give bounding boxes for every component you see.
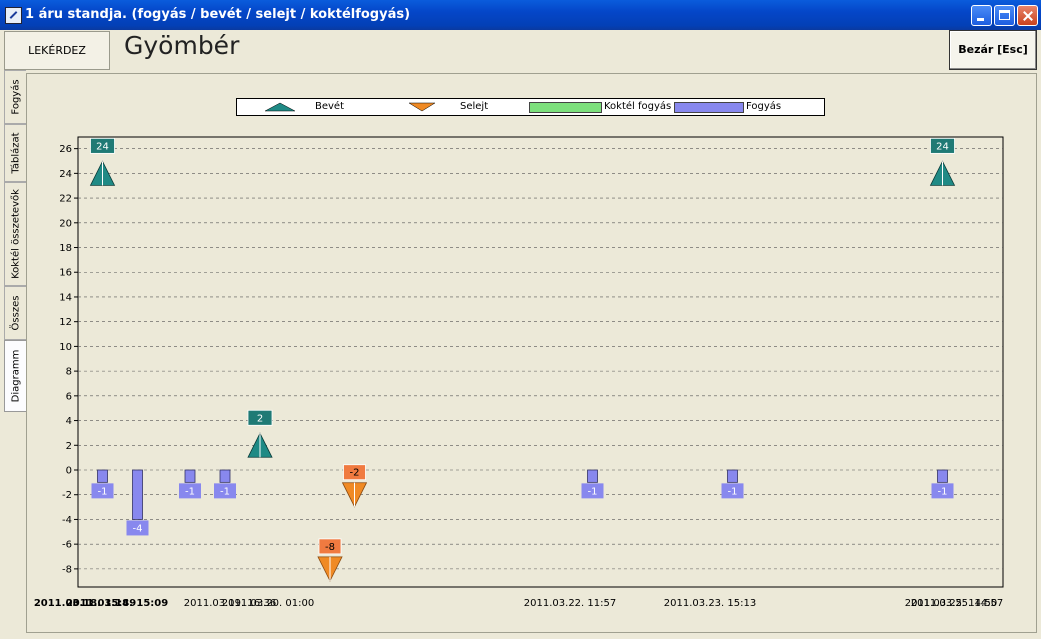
- fogyas-data-label: -1: [938, 486, 948, 497]
- fogyas-data-label: -1: [728, 486, 738, 497]
- x-tick-label: 2011.03.25. 14:57: [911, 598, 1003, 609]
- fogyas-bar: [587, 469, 598, 483]
- selejt-data-label: -2: [350, 468, 360, 479]
- fogyas-data-label: -4: [133, 523, 143, 534]
- fogyas-bar: [937, 469, 948, 483]
- y-tick-label: -4: [62, 515, 72, 526]
- y-tick-label: 14: [59, 292, 72, 303]
- y-tick-label: 18: [59, 243, 72, 254]
- x-tick-label: 2011.03.18. 15:09: [66, 598, 168, 609]
- fogyas-bar: [97, 469, 108, 483]
- y-tick-label: 6: [66, 391, 72, 402]
- x-tick-label: 2011.03.20. 01:00: [222, 598, 314, 609]
- y-tick-label: -2: [62, 490, 72, 501]
- bevet-data-label: 2: [257, 413, 263, 424]
- y-tick-label: 24: [59, 169, 72, 180]
- y-tick-label: -6: [62, 540, 72, 551]
- chart: 26242220181614121086420-2-4-6-82011.03.1…: [34, 136, 1004, 609]
- y-tick-label: 22: [59, 194, 72, 205]
- x-tick-label: 2011.03.23. 15:13: [664, 598, 756, 609]
- y-tick-label: 4: [66, 416, 72, 427]
- fogyas-bar: [219, 469, 231, 483]
- fogyas-data-label: -1: [220, 486, 230, 497]
- y-tick-label: 10: [59, 342, 72, 353]
- y-tick-label: 16: [59, 268, 72, 279]
- fogyas-data-label: -1: [98, 486, 108, 497]
- fogyas-bar: [727, 469, 738, 483]
- y-tick-label: 8: [66, 367, 72, 378]
- selejt-data-label: -8: [325, 542, 335, 553]
- x-tick-label: 2011.03.22. 11:57: [524, 598, 616, 609]
- fogyas-bar: [184, 469, 196, 483]
- fogyas-data-label: -1: [185, 486, 195, 497]
- fogyas-bar: [132, 469, 143, 520]
- y-tick-label: 26: [59, 144, 72, 155]
- y-tick-label: 0: [66, 466, 72, 477]
- bevet-data-label: 24: [96, 141, 109, 152]
- y-tick-label: 12: [59, 317, 72, 328]
- fogyas-data-label: -1: [588, 486, 598, 497]
- bevet-data-label: 24: [936, 141, 949, 152]
- y-tick-label: -8: [62, 564, 72, 575]
- y-tick-label: 2: [66, 441, 72, 452]
- y-tick-label: 20: [59, 218, 72, 229]
